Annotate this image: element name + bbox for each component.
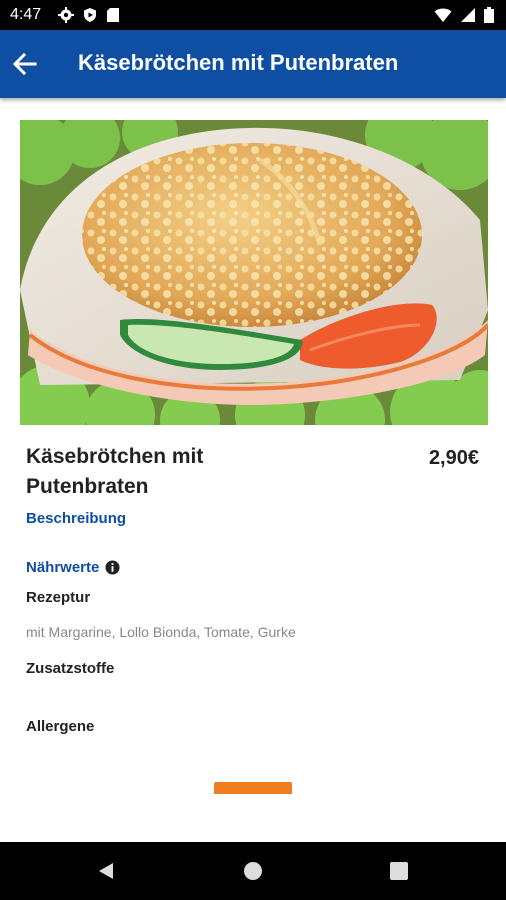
allergens-label: Allergene [26,718,95,735]
description-link[interactable]: Beschreibung [26,510,126,527]
recipe-label: Rezeptur [26,589,91,606]
wifi-icon [434,8,452,22]
product-image [20,120,488,425]
product-name: Käsebrötchen mit Putenbraten [26,445,204,498]
back-icon[interactable] [96,861,116,881]
play-protect-icon [84,8,96,22]
app-bar: Käsebrötchen mit Putenbraten [0,30,506,98]
status-bar: 4:47 [0,0,506,30]
home-icon[interactable] [243,861,263,881]
product-price: 2,90€ [428,447,479,469]
nutrition-label: Nährwerte [26,559,100,576]
recents-icon[interactable] [390,862,408,880]
info-icon[interactable] [105,560,120,575]
add-to-cart-button[interactable] [214,782,292,794]
sd-card-icon [107,8,119,22]
nutrition-link[interactable]: Nährwerte [26,559,120,576]
additives-label: Zusatzstoffe [26,660,115,677]
back-button[interactable] [10,49,40,79]
arrow-left-icon [12,52,37,76]
battery-icon [484,7,494,23]
gear-icon [58,7,74,23]
app-title: Käsebrötchen mit Putenbraten [78,50,399,75]
status-time: 4:47 [10,6,42,23]
recipe-text: mit Margarine, Lollo Bionda, Tomate, Gur… [26,624,296,640]
nav-bar [0,842,506,900]
signal-icon [461,8,475,22]
